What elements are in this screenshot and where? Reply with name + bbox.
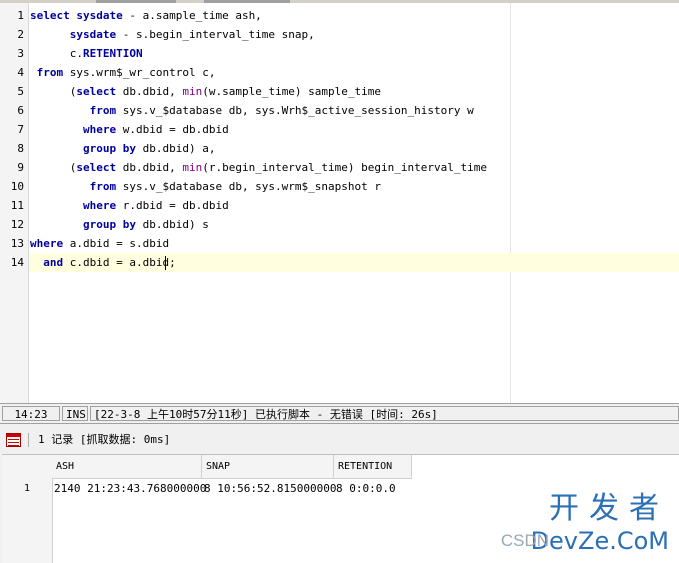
line-number: 3 (17, 47, 24, 60)
execution-message: [22-3-8 上午10时57分11秒] 已执行脚本 - 无错误 [时间: 26… (90, 406, 679, 421)
line-number: 13 (10, 237, 24, 250)
code-line[interactable]: where w.dbid = db.dbid (30, 123, 229, 137)
sql-keyword: select (76, 161, 117, 174)
result-grid-icon[interactable] (6, 433, 21, 447)
sql-text: w.dbid = db.dbid (116, 123, 229, 136)
sql-keyword: sysdate (69, 28, 117, 41)
code-line[interactable]: (select db.dbid, min(w.sample_time) samp… (30, 85, 381, 99)
result-grid[interactable]: ASH SNAP RETENTION 1 2140 21:23:43.76800… (2, 454, 679, 563)
sql-text: sys.wrm$_wr_control c, (63, 66, 216, 79)
code-line[interactable]: select sysdate - a.sample_time ash, (30, 9, 262, 23)
sql-keyword: from (89, 180, 117, 193)
column-header-ash[interactable]: ASH (52, 455, 202, 479)
editor-tab-strip (0, 0, 679, 3)
line-number: 14 (10, 256, 24, 269)
code-line[interactable]: sysdate - s.begin_interval_time snap, (30, 28, 315, 42)
line-number: 11 (10, 199, 24, 212)
line-number: 10 (10, 180, 24, 193)
sql-text: - a.sample_time ash, (122, 9, 262, 22)
cell-snap[interactable]: 8 10:56:52.815000000 (202, 479, 336, 498)
sql-function: min (182, 161, 203, 174)
code-line[interactable]: from sys.wrm$_wr_control c, (30, 66, 216, 80)
cell-ash[interactable]: 2140 21:23:43.768000000 (52, 479, 206, 498)
sql-text: db.dbid, (116, 161, 183, 174)
line-number: 1 (17, 9, 24, 22)
sql-keyword: and (43, 256, 64, 269)
toolbar-separator (28, 433, 29, 447)
sql-text: sys.v_$database db, sys.wrm$_snapshot r (116, 180, 382, 193)
record-count-info: 1 记录 [抓取数据: 0ms] (38, 433, 171, 446)
line-number: 7 (17, 123, 24, 136)
code-line[interactable]: from sys.v_$database db, sys.Wrh$_active… (30, 104, 474, 118)
line-number: 9 (17, 161, 24, 174)
sql-text: (r.begin_interval_time) begin_interval_t… (202, 161, 487, 174)
sql-keyword: select (76, 85, 117, 98)
sql-text: ( (30, 85, 77, 98)
sql-keyword: sysdate (76, 9, 123, 22)
status-bar: 14:23 INS [22-3-8 上午10时57分11秒] 已执行脚本 - 无… (0, 403, 679, 424)
code-line[interactable]: group by db.dbid) a, (30, 142, 215, 156)
code-line[interactable]: group by db.dbid) s (30, 218, 209, 232)
line-number: 6 (17, 104, 24, 117)
sql-text: ( (30, 161, 77, 174)
tab-fragment[interactable] (96, 0, 176, 3)
sql-text: c. (30, 47, 83, 60)
sql-text: - s.begin_interval_time snap, (116, 28, 315, 41)
code-line[interactable]: where r.dbid = db.dbid (30, 199, 229, 213)
right-margin-line (510, 3, 511, 403)
code-line[interactable]: (select db.dbid, min(r.begin_interval_ti… (30, 161, 487, 175)
sql-keyword: where (82, 199, 117, 212)
line-number: 4 (17, 66, 24, 79)
row-indicator-column (2, 455, 53, 563)
sql-text: a.dbid = s.dbid (63, 237, 170, 250)
sql-keyword: from (89, 104, 117, 117)
sql-keyword: RETENTION (82, 47, 143, 60)
line-number: 8 (17, 142, 24, 155)
line-number: 12 (10, 218, 24, 231)
code-line[interactable]: where a.dbid = s.dbid (30, 237, 169, 251)
sql-keyword: select (30, 9, 70, 22)
code-line[interactable]: c.RETENTION (30, 47, 143, 61)
row-number[interactable]: 1 (2, 479, 52, 498)
sql-text: c.dbid = a.dbid; (63, 256, 176, 269)
line-number: 2 (17, 28, 24, 41)
sql-text: db.dbid, (116, 85, 183, 98)
tab-fragment[interactable] (204, 0, 290, 3)
sql-text: (w.sample_time) sample_time (202, 85, 382, 98)
sql-keyword: group by (82, 218, 136, 231)
column-header-snap[interactable]: SNAP (202, 455, 334, 479)
sql-keyword: where (30, 237, 64, 250)
line-number-gutter: 1 2 3 4 5 6 7 8 9 10 11 12 13 14 (0, 3, 29, 403)
sql-text: r.dbid = db.dbid (116, 199, 229, 212)
cell-retention[interactable]: 8 0:0:0.0 (334, 479, 412, 498)
column-header-retention[interactable]: RETENTION (334, 455, 412, 479)
line-number: 5 (17, 85, 24, 98)
insert-mode-indicator[interactable]: INS (62, 406, 88, 421)
code-line[interactable]: and c.dbid = a.dbid; (30, 256, 176, 270)
sql-text: db.dbid) a, (135, 142, 216, 155)
cursor-position: 14:23 (2, 406, 60, 421)
code-line[interactable]: from sys.v_$database db, sys.wrm$_snapsh… (30, 180, 381, 194)
text-caret (165, 256, 166, 270)
sql-text: sys.v_$database db, sys.Wrh$_active_sess… (116, 104, 474, 117)
sql-keyword: from (36, 66, 64, 79)
sql-editor[interactable]: 1 2 3 4 5 6 7 8 9 10 11 12 13 14 select sysdate - a.s… (0, 0, 679, 403)
sql-keyword: group by (82, 142, 136, 155)
sql-function: min (182, 85, 203, 98)
sql-keyword: where (82, 123, 117, 136)
sql-text: db.dbid) s (135, 218, 209, 231)
